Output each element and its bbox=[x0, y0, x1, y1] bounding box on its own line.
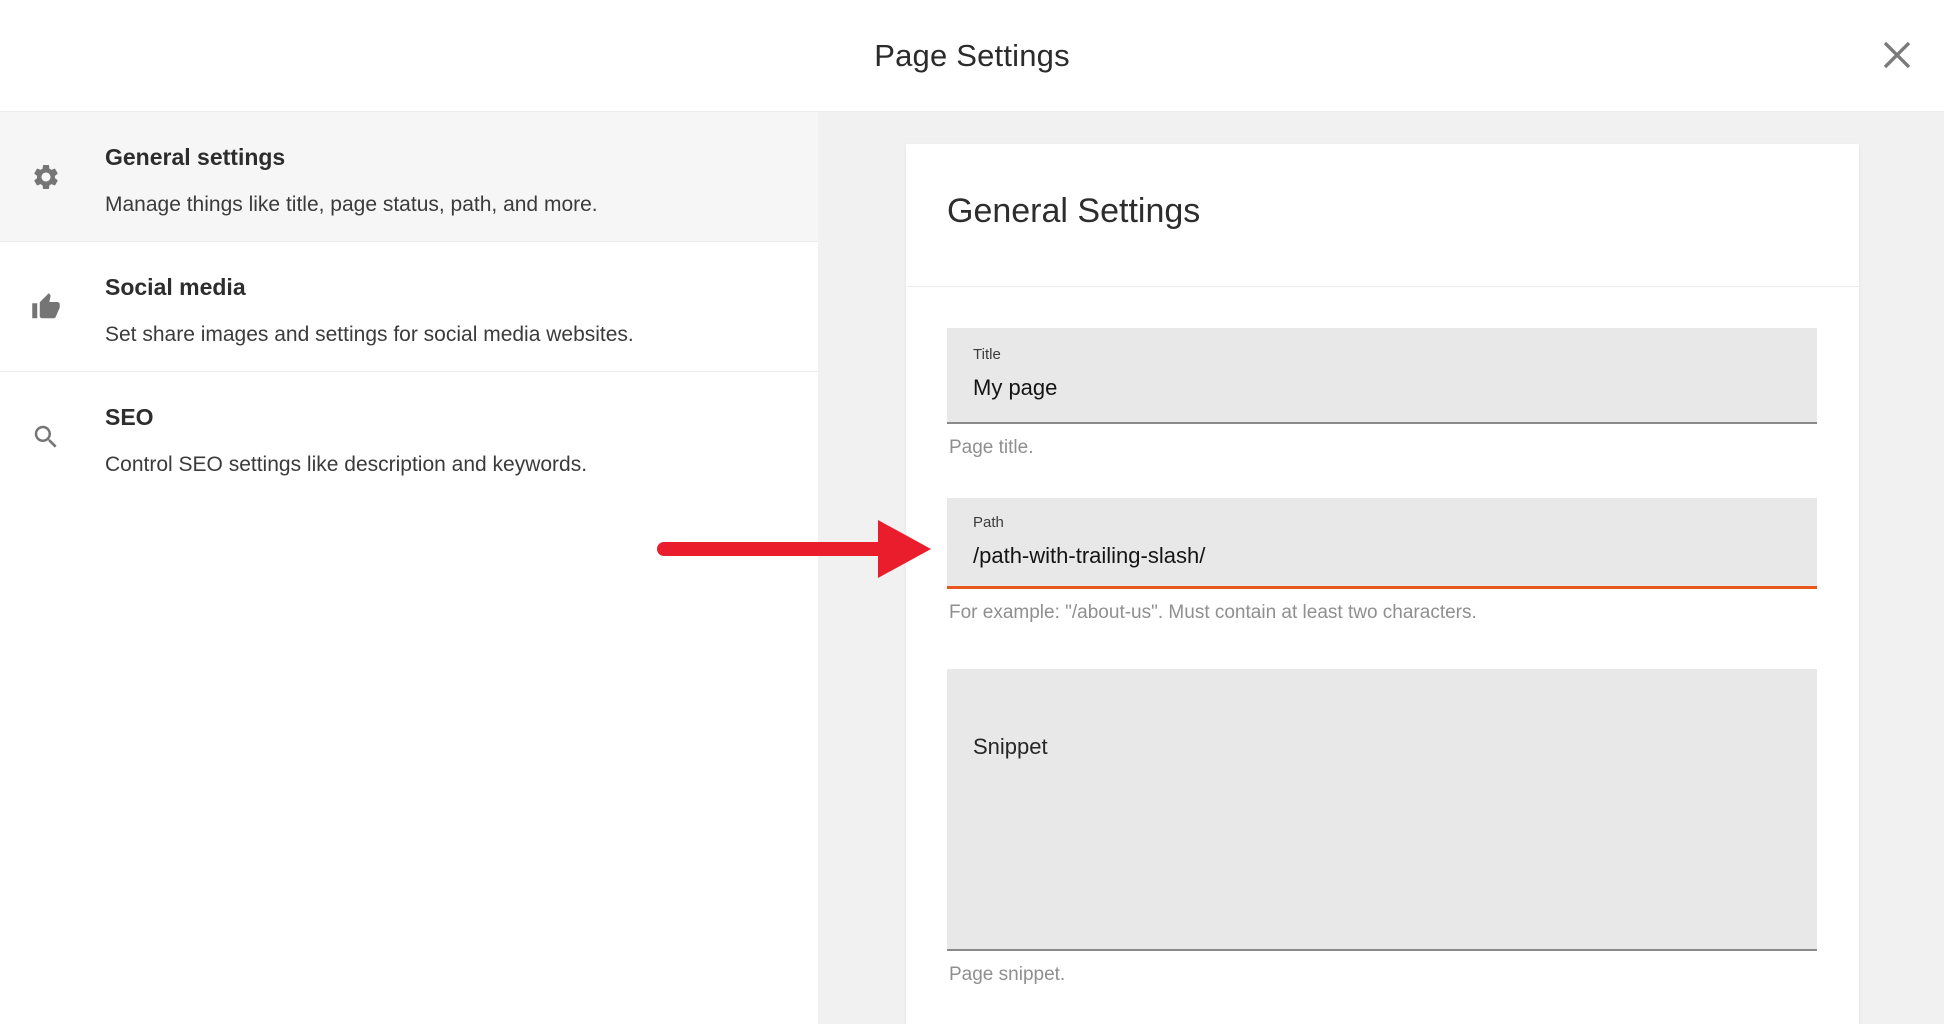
title-field-help: Page title. bbox=[949, 436, 1817, 460]
card-header: General Settings bbox=[906, 144, 1859, 287]
sidebar-item-title: SEO bbox=[105, 404, 778, 430]
sidebar-item-title: Social media bbox=[105, 274, 778, 300]
snippet-field-label: Snippet bbox=[973, 733, 1797, 761]
sidebar-item-title: General settings bbox=[105, 144, 778, 170]
general-settings-card: General Settings Title Page title. bbox=[906, 144, 1859, 1024]
settings-sidebar: General settings Manage things like titl… bbox=[0, 112, 818, 1024]
path-field-help: For example: "/about-us". Must contain a… bbox=[949, 601, 1817, 625]
search-icon bbox=[31, 422, 61, 452]
dialog-title: Page Settings bbox=[0, 0, 1944, 111]
sidebar-item-description: Control SEO settings like description an… bbox=[105, 452, 778, 478]
title-field-box[interactable]: Title bbox=[947, 328, 1817, 424]
dialog-body: General settings Manage things like titl… bbox=[0, 112, 1944, 1024]
dialog-header: Page Settings bbox=[0, 0, 1944, 112]
sidebar-item-social-media[interactable]: Social media Set share images and settin… bbox=[0, 242, 818, 372]
section-heading: General Settings bbox=[947, 190, 1817, 232]
snippet-field-help: Page snippet. bbox=[949, 963, 1817, 987]
title-field-label: Title bbox=[973, 346, 1797, 364]
path-input[interactable] bbox=[973, 542, 1797, 570]
card-body: Title Page title. Path For example: "/ab… bbox=[906, 287, 1859, 987]
path-field-group: Path For example: "/about-us". Must cont… bbox=[947, 498, 1817, 625]
gear-icon bbox=[31, 162, 61, 192]
snippet-field-group: Snippet Page snippet. bbox=[947, 669, 1817, 987]
settings-content-area: General Settings Title Page title. bbox=[818, 112, 1944, 1024]
title-field-group: Title Page title. bbox=[947, 328, 1817, 460]
sidebar-item-seo[interactable]: SEO Control SEO settings like descriptio… bbox=[0, 372, 818, 502]
path-field-label: Path bbox=[973, 514, 1797, 532]
title-input[interactable] bbox=[973, 374, 1797, 402]
sidebar-item-description: Set share images and settings for social… bbox=[105, 322, 778, 348]
close-icon bbox=[1880, 38, 1914, 75]
snippet-textarea[interactable]: Snippet bbox=[947, 669, 1817, 951]
close-button[interactable] bbox=[1875, 34, 1919, 78]
path-field-box[interactable]: Path bbox=[947, 498, 1817, 589]
thumb-up-icon bbox=[31, 292, 61, 322]
sidebar-item-general-settings[interactable]: General settings Manage things like titl… bbox=[0, 112, 818, 242]
page-settings-dialog: Page Settings General settings Manage th… bbox=[0, 0, 1944, 1024]
sidebar-item-description: Manage things like title, page status, p… bbox=[105, 192, 778, 218]
